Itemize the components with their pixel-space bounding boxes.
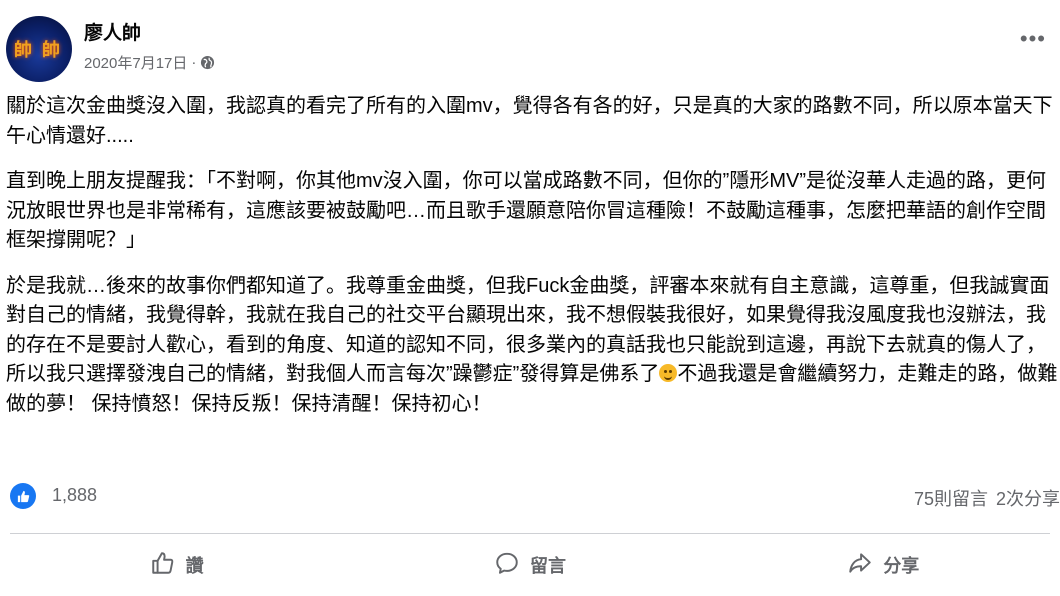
like-reaction-icon[interactable] xyxy=(10,483,36,509)
share-button[interactable]: 分享 xyxy=(707,540,1060,590)
avatar-glyph: 帥 xyxy=(14,40,32,61)
post-body: 關於這次金曲獎沒入圍，我認真的看完了所有的入圍mv，覺得各有各的好，只是真的大家… xyxy=(6,92,1058,435)
globe-icon[interactable] xyxy=(200,55,215,70)
action-bar: 讚 留言 分享 xyxy=(0,540,1060,590)
author-name[interactable]: 廖人帥 xyxy=(84,18,141,45)
upside-down-face-emoji-icon xyxy=(659,364,678,382)
avatar-glyph: 帥 xyxy=(42,40,60,61)
share-label: 分享 xyxy=(883,556,920,576)
post-date[interactable]: 2020年7月17日 xyxy=(84,52,187,73)
engagement-counts: 75則留言 2次分享 xyxy=(914,485,1060,511)
post-stats: 1,888 75則留言 2次分享 xyxy=(0,480,1060,516)
like-label: 讚 xyxy=(185,556,204,576)
meta-separator: · xyxy=(191,54,197,71)
post-paragraph: 於是我就…後來的故事你們都知道了。我尊重金曲獎，但我Fuck金曲獎，評審本來就有… xyxy=(6,272,1058,420)
post-paragraph: 關於這次金曲獎沒入圍，我認真的看完了所有的入圍mv，覺得各有各的好，只是真的大家… xyxy=(6,95,1053,147)
more-options-icon[interactable]: ••• xyxy=(1020,28,1046,50)
share-count[interactable]: 2次分享 xyxy=(996,485,1060,511)
avatar[interactable]: 帥 帥 xyxy=(6,16,72,82)
comment-label: 留言 xyxy=(529,556,566,576)
post-paragraph: 直到晚上朋友提醒我：「不對啊，你其他mv沒入圍，你可以當成路數不同，但你的”隱形… xyxy=(6,170,1046,251)
comment-count[interactable]: 75則留言 xyxy=(914,485,988,511)
post-header: 帥 帥 廖人帥 2020年7月17日 · ••• xyxy=(0,0,1060,90)
comment-button[interactable]: 留言 xyxy=(353,540,706,590)
thumbs-up-icon xyxy=(150,550,176,581)
divider xyxy=(10,533,1050,534)
like-count[interactable]: 1,888 xyxy=(52,485,97,506)
comment-bubble-icon xyxy=(494,550,520,581)
like-button[interactable]: 讚 xyxy=(0,540,353,590)
post-meta: 2020年7月17日 · xyxy=(84,52,215,73)
share-arrow-icon xyxy=(847,550,873,581)
